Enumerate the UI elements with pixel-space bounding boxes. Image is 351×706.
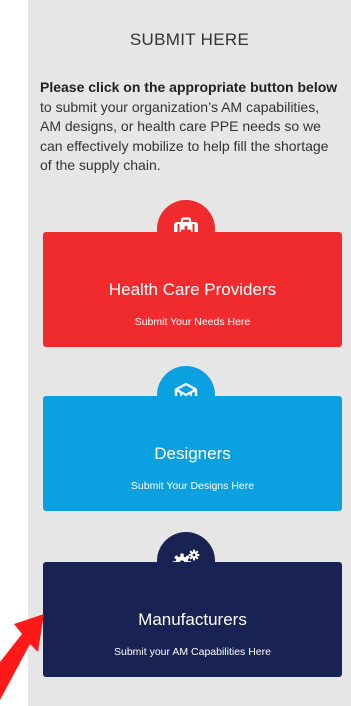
manufacturers-subtitle: Submit your AM Capabilities Here — [114, 646, 271, 658]
intro-bold-text: Please click on the appropriate button b… — [40, 79, 338, 95]
health-care-providers-title: Health Care Providers — [108, 280, 277, 299]
manufacturers-title: Manufacturers — [138, 610, 247, 629]
designers-title: Designers — [154, 444, 231, 463]
designers-subtitle: Submit Your Designs Here — [130, 480, 255, 492]
health-care-providers-subtitle: Submit Your Needs Here — [134, 316, 251, 328]
section-heading: SUBMIT HERE — [129, 30, 250, 49]
designers-button[interactable]: Designers Submit Your Designs Here — [43, 396, 342, 511]
health-care-providers-button[interactable]: Health Care Providers Submit Your Needs … — [43, 232, 342, 347]
intro-paragraph: Please click on the appropriate button b… — [40, 78, 340, 176]
intro-text: to submit your organization’s AM capabil… — [40, 98, 329, 174]
manufacturers-button[interactable]: Manufacturers Submit your AM Capabilitie… — [43, 562, 342, 677]
red-arrow-annotation — [0, 614, 44, 700]
